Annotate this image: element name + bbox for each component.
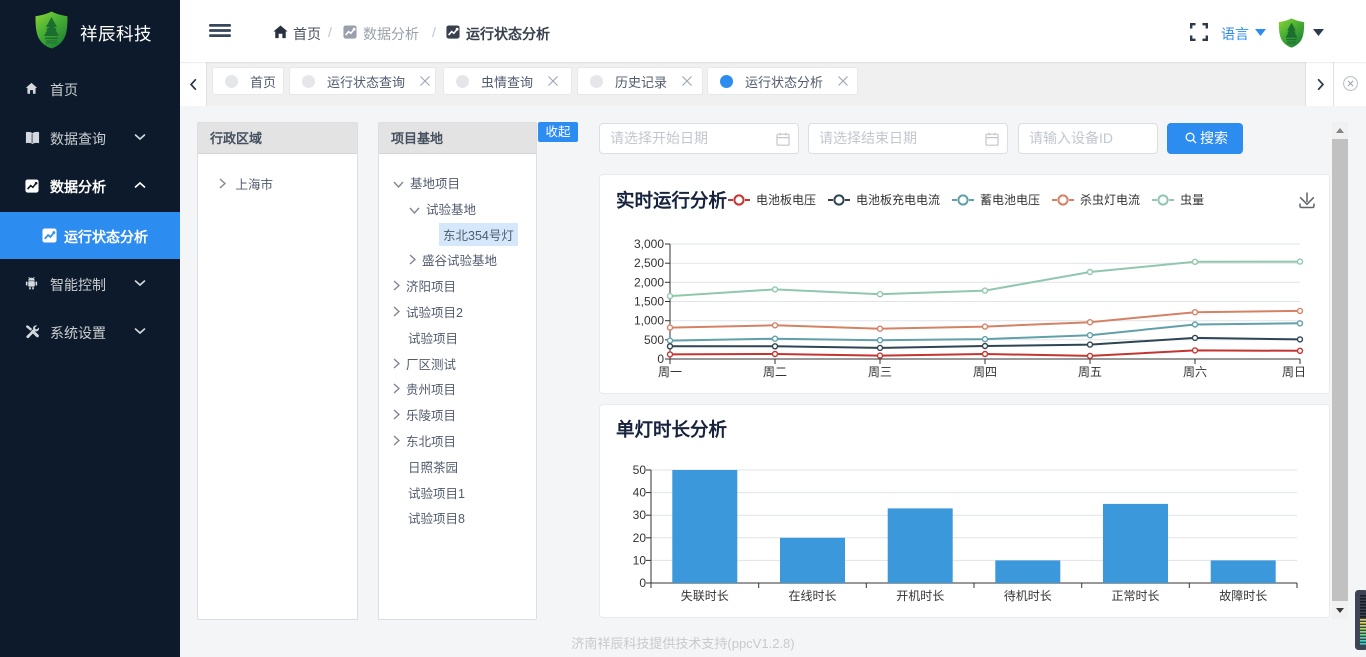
svg-text:30: 30: [633, 508, 647, 522]
svg-text:周五: 周五: [1078, 365, 1102, 379]
svg-text:50: 50: [633, 463, 647, 477]
svg-text:10: 10: [633, 553, 647, 567]
svg-text:40: 40: [633, 486, 647, 500]
svg-text:待机时长: 待机时长: [1004, 589, 1052, 603]
svg-text:故障时长: 故障时长: [1219, 588, 1267, 603]
svg-text:周日: 周日: [1282, 365, 1306, 379]
svg-text:周二: 周二: [763, 365, 787, 379]
svg-text:周三: 周三: [868, 365, 892, 379]
svg-text:周四: 周四: [973, 365, 997, 379]
svg-text:正常时长: 正常时长: [1111, 589, 1159, 603]
svg-text:开机时长: 开机时长: [896, 589, 944, 603]
svg-text:在线时长: 在线时长: [788, 589, 836, 603]
svg-text:1,000: 1,000: [634, 314, 664, 328]
svg-text:1,500: 1,500: [634, 295, 664, 309]
svg-text:周一: 周一: [658, 365, 682, 379]
svg-text:20: 20: [633, 531, 647, 545]
svg-text:0: 0: [639, 576, 646, 590]
svg-text:周六: 周六: [1183, 365, 1207, 379]
svg-text:2,500: 2,500: [634, 256, 664, 270]
svg-text:0: 0: [657, 352, 664, 366]
svg-text:2,000: 2,000: [634, 275, 664, 289]
svg-text:3,000: 3,000: [634, 237, 664, 251]
svg-text:失联时长: 失联时长: [681, 588, 729, 603]
svg-text:500: 500: [644, 333, 664, 347]
